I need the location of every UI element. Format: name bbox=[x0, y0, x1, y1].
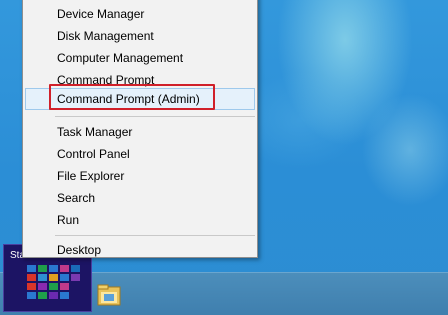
menu-item-device-manager[interactable]: Device Manager bbox=[25, 3, 255, 25]
menu-item-task-manager[interactable]: Task Manager bbox=[25, 121, 255, 143]
start-tiles-icon bbox=[27, 265, 87, 307]
menu-item-file-explorer[interactable]: File Explorer bbox=[25, 165, 255, 187]
file-explorer-icon[interactable] bbox=[93, 279, 125, 309]
menu-item-desktop[interactable]: Desktop bbox=[25, 239, 255, 261]
menu-separator bbox=[55, 116, 255, 117]
menu-item-computer-management[interactable]: Computer Management bbox=[25, 47, 255, 69]
menu-item-run[interactable]: Run bbox=[25, 209, 255, 231]
menu-item-search[interactable]: Search bbox=[25, 187, 255, 209]
menu-item-disk-management[interactable]: Disk Management bbox=[25, 25, 255, 47]
menu-separator bbox=[55, 235, 255, 236]
power-user-menu: Device Manager Disk Management Computer … bbox=[22, 0, 258, 258]
menu-item-control-panel[interactable]: Control Panel bbox=[25, 143, 255, 165]
highlight-annotation-box bbox=[49, 84, 215, 110]
